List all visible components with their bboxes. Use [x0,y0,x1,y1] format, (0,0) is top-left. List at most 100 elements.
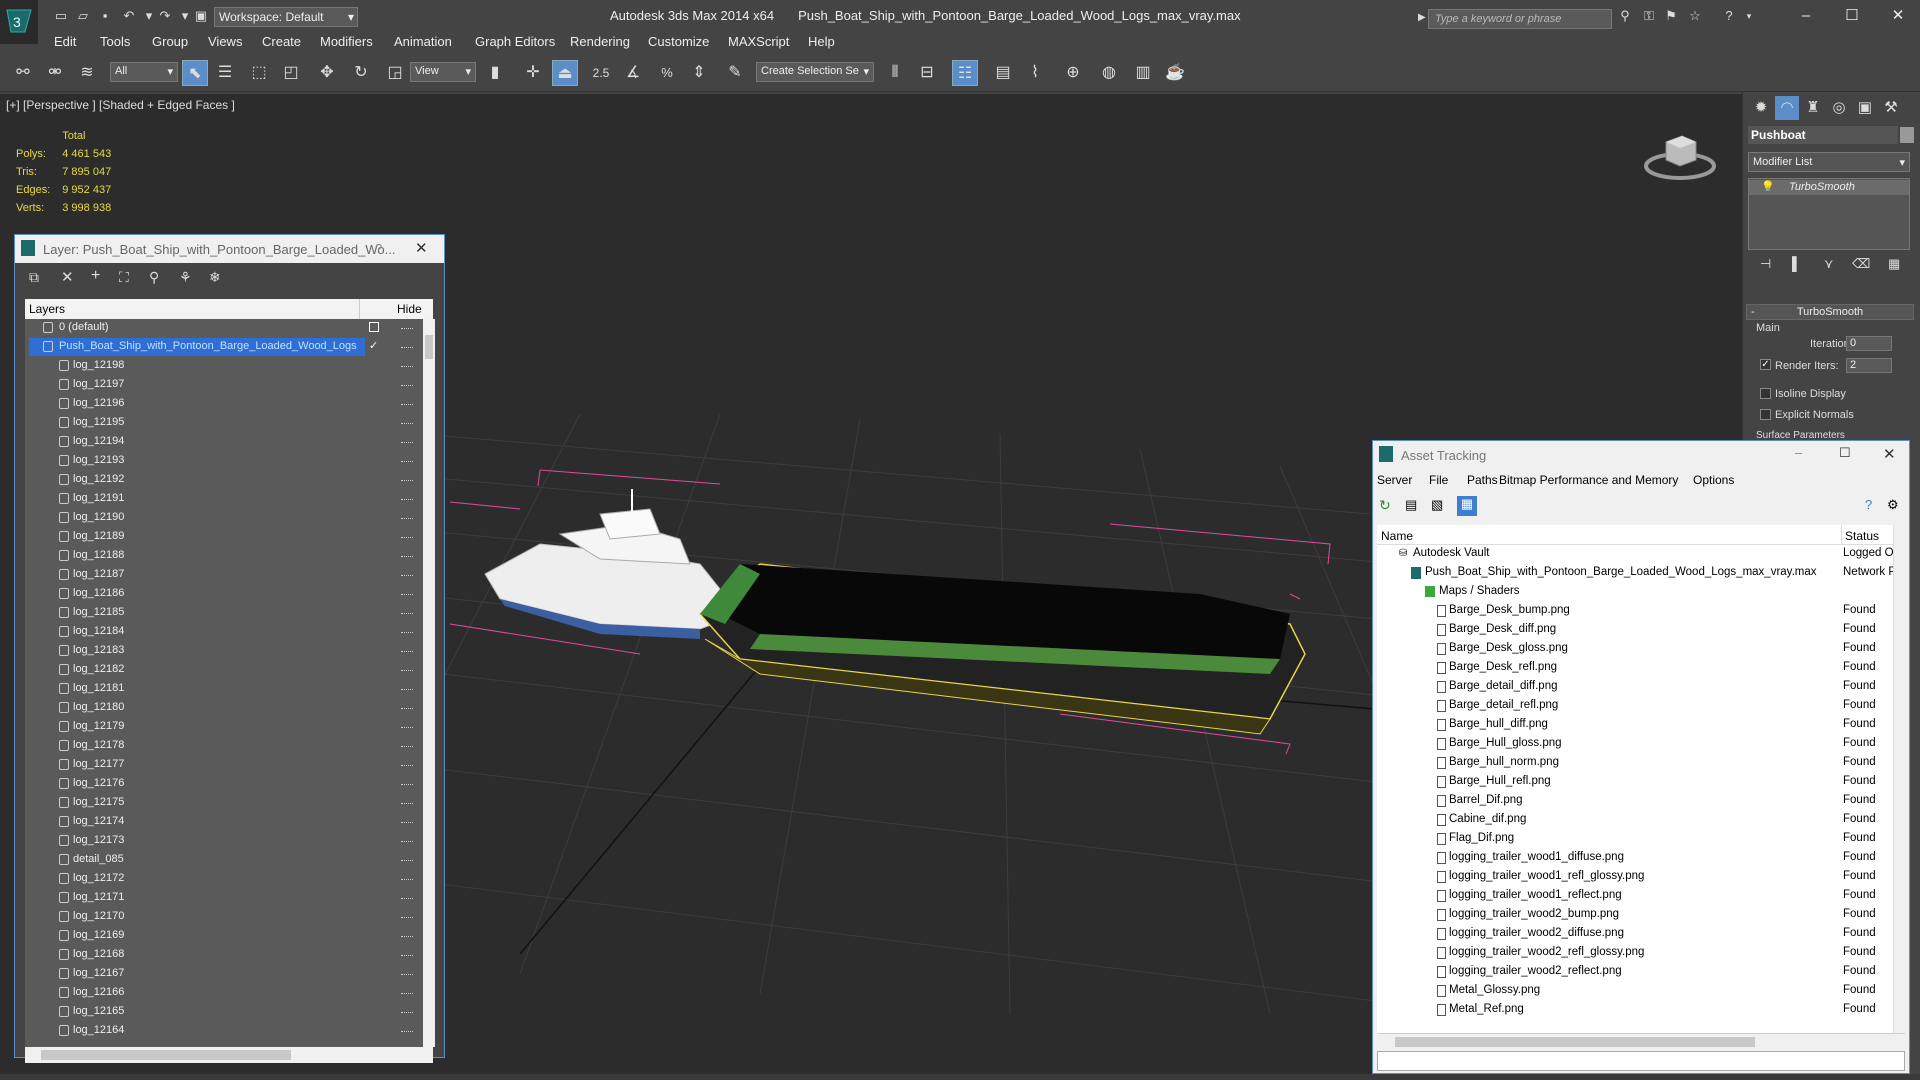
list-item[interactable]: log_12178 [25,737,421,756]
remove-modifier-icon[interactable]: ⌫ [1852,256,1870,272]
rotate-icon[interactable]: ↻ [348,60,374,86]
schematic-view-icon[interactable]: ⊕ [1060,60,1086,86]
spinner-snap-icon[interactable]: ⇕ [686,60,712,86]
mirror-icon[interactable]: ⫴ [882,60,908,86]
new-file-icon[interactable]: ▭ [52,8,70,24]
list-item[interactable]: log_12191 [25,490,421,509]
hide-toggle[interactable] [401,499,413,501]
manipulate-icon[interactable]: ✛ [520,60,546,86]
list-item[interactable]: log_12198 [25,357,421,376]
create-layer-icon[interactable]: ⧉ [29,269,39,286]
table-row[interactable]: Flag_Dif.png Found [1377,830,1893,849]
app-logo-button[interactable]: 3 [0,0,38,44]
column-hide[interactable]: Hide [397,302,422,316]
hide-toggle[interactable] [401,841,413,843]
list-item[interactable]: log_12164 [25,1022,421,1041]
unlink-icon[interactable]: ⚮ [42,60,68,86]
pin-stack-icon[interactable]: ⊣ [1760,256,1771,272]
close-button[interactable]: ✕ [1883,445,1896,463]
checkmark-icon[interactable]: ✓ [369,339,378,352]
project-folder-icon[interactable]: ▣ [192,8,210,24]
list-item[interactable]: log_12169 [25,927,421,946]
rectangular-selection-icon[interactable]: ⬚ [246,60,272,86]
list-item[interactable]: log_12183 [25,642,421,661]
curve-editor-icon[interactable]: ⌇ [1022,60,1048,86]
hide-toggle[interactable] [401,347,413,349]
menu-server[interactable]: Server [1377,473,1412,487]
freeze-all-icon[interactable]: ❄ [209,269,221,286]
list-item[interactable]: log_12182 [25,661,421,680]
menu-paths[interactable]: Paths [1467,473,1498,487]
graphite-ribbon-icon[interactable]: ▤ [990,60,1016,86]
list-item[interactable]: log_12180 [25,699,421,718]
hide-toggle[interactable] [401,708,413,710]
communication-icon[interactable]: ⚑ [1662,8,1680,24]
table-row[interactable]: logging_trailer_wood2_reflect.png Found [1377,963,1893,982]
make-unique-icon[interactable]: ⋎ [1824,256,1834,272]
menu-animation[interactable]: Animation [394,34,452,49]
hide-toggle[interactable] [401,955,413,957]
table-row[interactable]: Barge_hull_norm.png Found [1377,754,1893,773]
vertical-scrollbar[interactable] [1893,525,1907,1033]
scrollbar-thumb[interactable] [41,1050,291,1060]
hide-toggle[interactable] [401,461,413,463]
column-name[interactable]: Name [1381,529,1413,543]
create-tab-icon[interactable]: ✹ [1749,96,1773,120]
list-item[interactable]: log_12170 [25,908,421,927]
select-objects-icon[interactable]: ⛶ [119,269,129,286]
hide-toggle[interactable] [401,689,413,691]
hide-toggle[interactable] [401,727,413,729]
workspace-dropdown[interactable]: Workspace: Default ▾ [214,7,358,27]
help-dropdown-icon[interactable]: ▾ [1740,8,1758,24]
menu-options[interactable]: Options [1693,473,1734,487]
hide-toggle[interactable] [401,442,413,444]
settings-icon[interactable]: ⚙ [1887,497,1899,513]
configure-sets-icon[interactable]: ▦ [1888,256,1900,272]
menu-bitmap-performance[interactable]: Bitmap Performance and Memory [1499,473,1678,487]
hide-toggle[interactable] [401,1012,413,1014]
align-icon[interactable]: ⊟ [914,60,940,86]
edit-named-selection-icon[interactable]: ✎ [722,60,748,86]
hide-toggle[interactable] [401,765,413,767]
menu-tools[interactable]: Tools [100,34,130,49]
selection-filter-dropdown[interactable]: All ▾ [110,62,178,82]
help-icon[interactable]: ? [1720,8,1738,24]
list-item[interactable]: log_12188 [25,547,421,566]
explicit-normals-checkbox[interactable] [1760,409,1771,420]
hide-toggle[interactable] [401,518,413,520]
stack-item-turbosmooth[interactable]: 💡 TurboSmooth [1749,180,1909,195]
vertical-scrollbar[interactable] [423,319,435,1047]
move-icon[interactable]: ✥ [314,60,340,86]
snaps-toggle-icon[interactable]: 2.5 [588,60,614,86]
table-row[interactable]: Barge_Hull_refl.png Found [1377,773,1893,792]
list-item[interactable]: log_12195 [25,414,421,433]
hide-all-icon[interactable]: ⚘ [179,269,192,286]
keyboard-shortcut-override-icon[interactable]: ⏏ [552,60,578,86]
lightbulb-icon[interactable]: 💡 [1761,180,1775,193]
close-button[interactable]: ✕ [415,239,428,257]
list-item[interactable]: log_12189 [25,528,421,547]
table-row[interactable]: Push_Boat_Ship_with_Pontoon_Barge_Loaded… [1377,564,1893,583]
layer-manager-icon[interactable]: ☷ [952,60,978,86]
layer-list[interactable]: 0 (default) Push_Boat_Ship_with_Pontoon_… [25,319,423,1047]
maximize-button[interactable]: ☐ [1832,4,1872,28]
list-item[interactable]: log_12187 [25,566,421,585]
list-item[interactable]: log_12181 [25,680,421,699]
table-row[interactable]: Maps / Shaders [1377,583,1893,602]
subscription-icon[interactable]: ⚿ [1640,8,1658,24]
expand-icon[interactable]: ▶ [1418,12,1426,23]
table-row[interactable]: logging_trailer_wood2_refl_glossy.png Fou… [1377,944,1893,963]
table-row[interactable]: Barge_detail_refl.png Found [1377,697,1893,716]
menu-customize[interactable]: Customize [648,34,709,49]
utilities-tab-icon[interactable]: ⚒ [1879,96,1903,120]
search-input[interactable]: Type a keyword or phrase [1428,9,1612,29]
thumbnail-view-icon[interactable]: ▧ [1431,497,1449,515]
hide-toggle[interactable] [401,404,413,406]
hide-toggle[interactable] [401,860,413,862]
select-object-icon[interactable]: ⬉ [182,60,208,86]
list-item[interactable]: log_12179 [25,718,421,737]
save-file-icon[interactable]: ▪ [96,8,114,24]
render-iters-spinner[interactable]: 2 [1846,358,1892,373]
list-item[interactable]: 0 (default) [25,319,421,338]
percent-snap-icon[interactable]: % [654,60,680,86]
